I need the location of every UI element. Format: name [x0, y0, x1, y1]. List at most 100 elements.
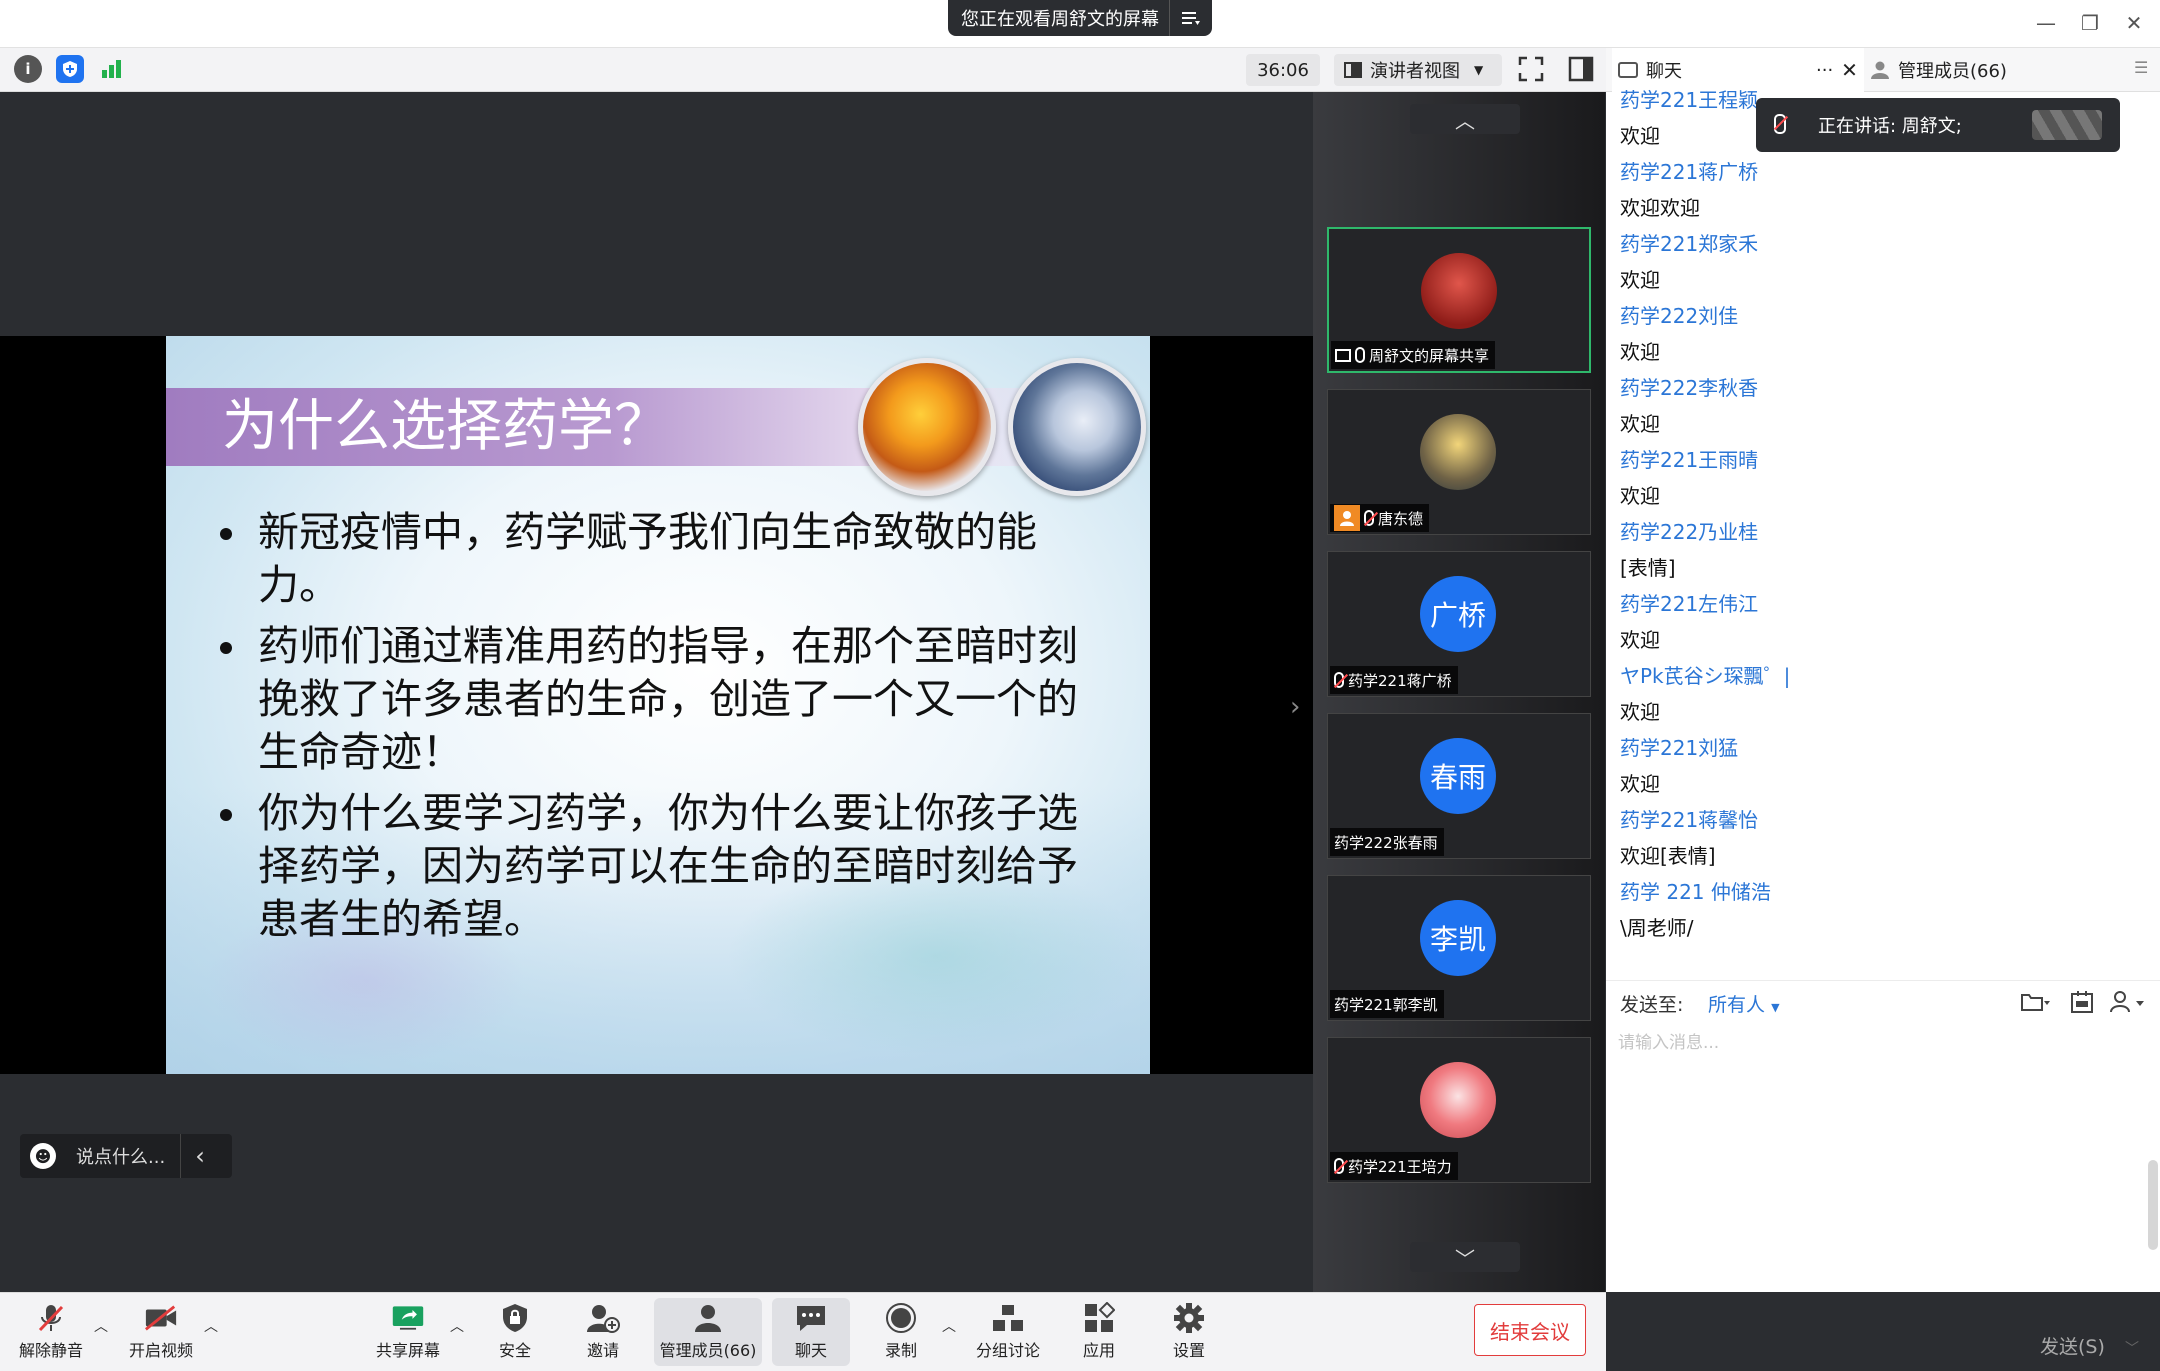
close-button[interactable]: ✕	[2114, 8, 2154, 38]
chat-message: 欢迎	[1620, 340, 1660, 364]
unmute-button[interactable]: 解除静音	[8, 1298, 94, 1366]
participant-tile[interactable]: 李凯 药学221郭李凯	[1327, 875, 1591, 1021]
close-icon[interactable]: ✕	[1841, 58, 1858, 82]
screen-share-icon	[1335, 348, 1351, 362]
chevron-down-icon: ▼	[1474, 63, 1484, 77]
chat-divider	[1606, 980, 2160, 981]
user-icon	[1334, 505, 1360, 531]
participant-tile[interactable]: 春雨 药学222张春雨	[1327, 713, 1591, 859]
apps-label: 应用	[1082, 1341, 1115, 1360]
signal-icon[interactable]	[98, 55, 126, 83]
breakout-label: 分组讨论	[975, 1341, 1040, 1360]
tile-label: 药学221蒋广桥	[1330, 666, 1458, 694]
scroll-up-button[interactable]: ︿	[1410, 104, 1520, 134]
announcement-icon[interactable]	[2070, 990, 2094, 1014]
reaction-bar[interactable]: ☻ 说点什么... ‹	[20, 1134, 232, 1178]
chat-sender[interactable]: 药学221刘猛	[1620, 730, 2140, 766]
caret-down-icon: ▼	[1771, 1001, 1780, 1014]
chat-message: \周老师/	[1620, 916, 1694, 940]
panel-menu-icon[interactable]: ☰	[2134, 58, 2148, 77]
chevron-left-icon[interactable]: ‹	[180, 1134, 219, 1178]
add-user-icon	[586, 1303, 620, 1333]
user-settings-icon[interactable]	[2110, 990, 2148, 1014]
chat-input[interactable]: 请输入消息...	[1618, 1028, 2138, 1058]
caret-up-icon[interactable]: ︿	[942, 1316, 956, 1336]
scroll-down-button[interactable]: ﹀	[1410, 1242, 1520, 1272]
chat-sender[interactable]: 药学222李秋香	[1620, 370, 2140, 406]
record-label: 录制	[884, 1341, 917, 1360]
security-button[interactable]: 安全	[484, 1298, 546, 1366]
chat-sender[interactable]: 药学221蒋馨怡	[1620, 802, 2140, 838]
more-icon[interactable]: ···	[1816, 60, 1833, 81]
start-video-button[interactable]: 开启视频	[118, 1298, 204, 1366]
chat-sender[interactable]: 药学221左伟江	[1620, 586, 2140, 622]
send-to-label: 发送至:	[1620, 994, 1684, 1016]
chat-message: 欢迎	[1620, 268, 1660, 292]
participant-tile[interactable]: 唐东德	[1327, 389, 1591, 535]
shield-icon[interactable]	[56, 55, 84, 83]
participant-name: 周舒文的屏幕共享	[1369, 346, 1490, 365]
chat-message-list: 药学221王程颖 欢迎 药学221蒋广桥 欢迎欢迎 药学221郑家禾 欢迎 药学…	[1620, 88, 2140, 946]
chat-scrollbar[interactable]	[2148, 1160, 2158, 1250]
minimize-button[interactable]: —	[2026, 8, 2066, 38]
send-button-label: 发送(S)	[2040, 1336, 2105, 1358]
participant-tile[interactable]: 周舒文的屏幕共享	[1327, 227, 1591, 373]
breakout-icon	[991, 1303, 1025, 1333]
send-to-dropdown[interactable]: 所有人 ▼	[1708, 990, 1780, 1017]
meeting-timer: 36:06	[1246, 54, 1320, 86]
chat-sender[interactable]: 药学222刘佳	[1620, 298, 2140, 334]
chat-icon	[1618, 62, 1638, 78]
fullscreen-icon[interactable]	[1518, 56, 1544, 82]
end-meeting-button[interactable]: 结束会议	[1474, 1304, 1586, 1356]
gear-icon	[1172, 1303, 1206, 1333]
apps-button[interactable]: 应用	[1068, 1298, 1130, 1366]
pills-photo	[858, 358, 996, 496]
avatar	[1420, 1062, 1496, 1138]
chat-sender[interactable]: 药学221王雨晴	[1620, 442, 2140, 478]
chat-message: 欢迎欢迎	[1620, 196, 1700, 220]
chat-button[interactable]: 聊天	[772, 1298, 850, 1366]
layout-icon	[1344, 62, 1362, 78]
slide-bullet: 你为什么要学习药学，你为什么要让你孩子选择药学，因为药学可以在生命的至暗时刻给予…	[218, 787, 1098, 946]
chat-sender[interactable]: ヤPk芪谷シ琛飄゜|	[1620, 658, 2140, 694]
settings-button[interactable]: 设置	[1158, 1298, 1220, 1366]
participant-name: 药学222张春雨	[1334, 833, 1438, 852]
manage-members-button[interactable]: 管理成员(66)	[654, 1298, 762, 1366]
info-icon[interactable]: i	[14, 55, 42, 83]
chat-sender[interactable]: 药学221蒋广桥	[1620, 154, 2140, 190]
view-mode-dropdown[interactable]: 演讲者视图 ▼	[1334, 54, 1502, 86]
folder-icon[interactable]	[2020, 990, 2050, 1014]
caret-up-icon[interactable]: ︿	[94, 1316, 108, 1336]
mic-muted-icon	[1364, 510, 1374, 526]
security-label: 安全	[498, 1341, 531, 1360]
chat-message: 欢迎	[1620, 772, 1660, 796]
chat-sender[interactable]: 药学222乃业桂	[1620, 514, 2140, 550]
reaction-placeholder[interactable]: 说点什么...	[76, 1143, 180, 1169]
sidebar-toggle-icon[interactable]	[1568, 56, 1594, 82]
caret-up-icon[interactable]: ︿	[204, 1316, 218, 1336]
chevron-down-icon[interactable]: ﹀	[2125, 1341, 2139, 1357]
participant-name: 药学221蒋广桥	[1348, 671, 1452, 690]
send-button[interactable]: 发送(S) ﹀	[2040, 1332, 2139, 1359]
participant-tile[interactable]: 药学221王培力	[1327, 1037, 1591, 1183]
participant-tile[interactable]: 广桥 药学221蒋广桥	[1327, 551, 1591, 697]
tile-label: 唐东德	[1330, 504, 1430, 532]
members-icon	[691, 1303, 725, 1333]
restore-button[interactable]: ❐	[2070, 8, 2110, 38]
record-button[interactable]: 录制	[870, 1298, 932, 1366]
invite-button[interactable]: 邀请	[572, 1298, 634, 1366]
tile-label: 药学221郭李凯	[1330, 990, 1444, 1018]
share-screen-button[interactable]: 共享屏幕	[366, 1298, 450, 1366]
banner-menu-icon[interactable]	[1168, 0, 1212, 36]
caret-up-icon[interactable]: ︿	[450, 1316, 464, 1336]
participant-name: 唐东德	[1378, 509, 1424, 528]
breakout-button[interactable]: 分组讨论	[966, 1298, 1050, 1366]
avatar: 李凯	[1420, 900, 1496, 976]
chat-sender[interactable]: 药学221郑家禾	[1620, 226, 2140, 262]
speaking-text: 正在讲话: 周舒文;	[1818, 116, 1962, 137]
emoji-icon[interactable]: ☻	[30, 1143, 56, 1169]
chevron-right-icon[interactable]: ›	[1290, 692, 1300, 722]
slide-bullet: 药师们通过精准用药的指导，在那个至暗时刻挽救了许多患者的生命，创造了一个又一个的…	[218, 620, 1098, 779]
participant-name: 药学221郭李凯	[1334, 995, 1438, 1014]
chat-sender[interactable]: 药学 221 仲储浩	[1620, 874, 2140, 910]
